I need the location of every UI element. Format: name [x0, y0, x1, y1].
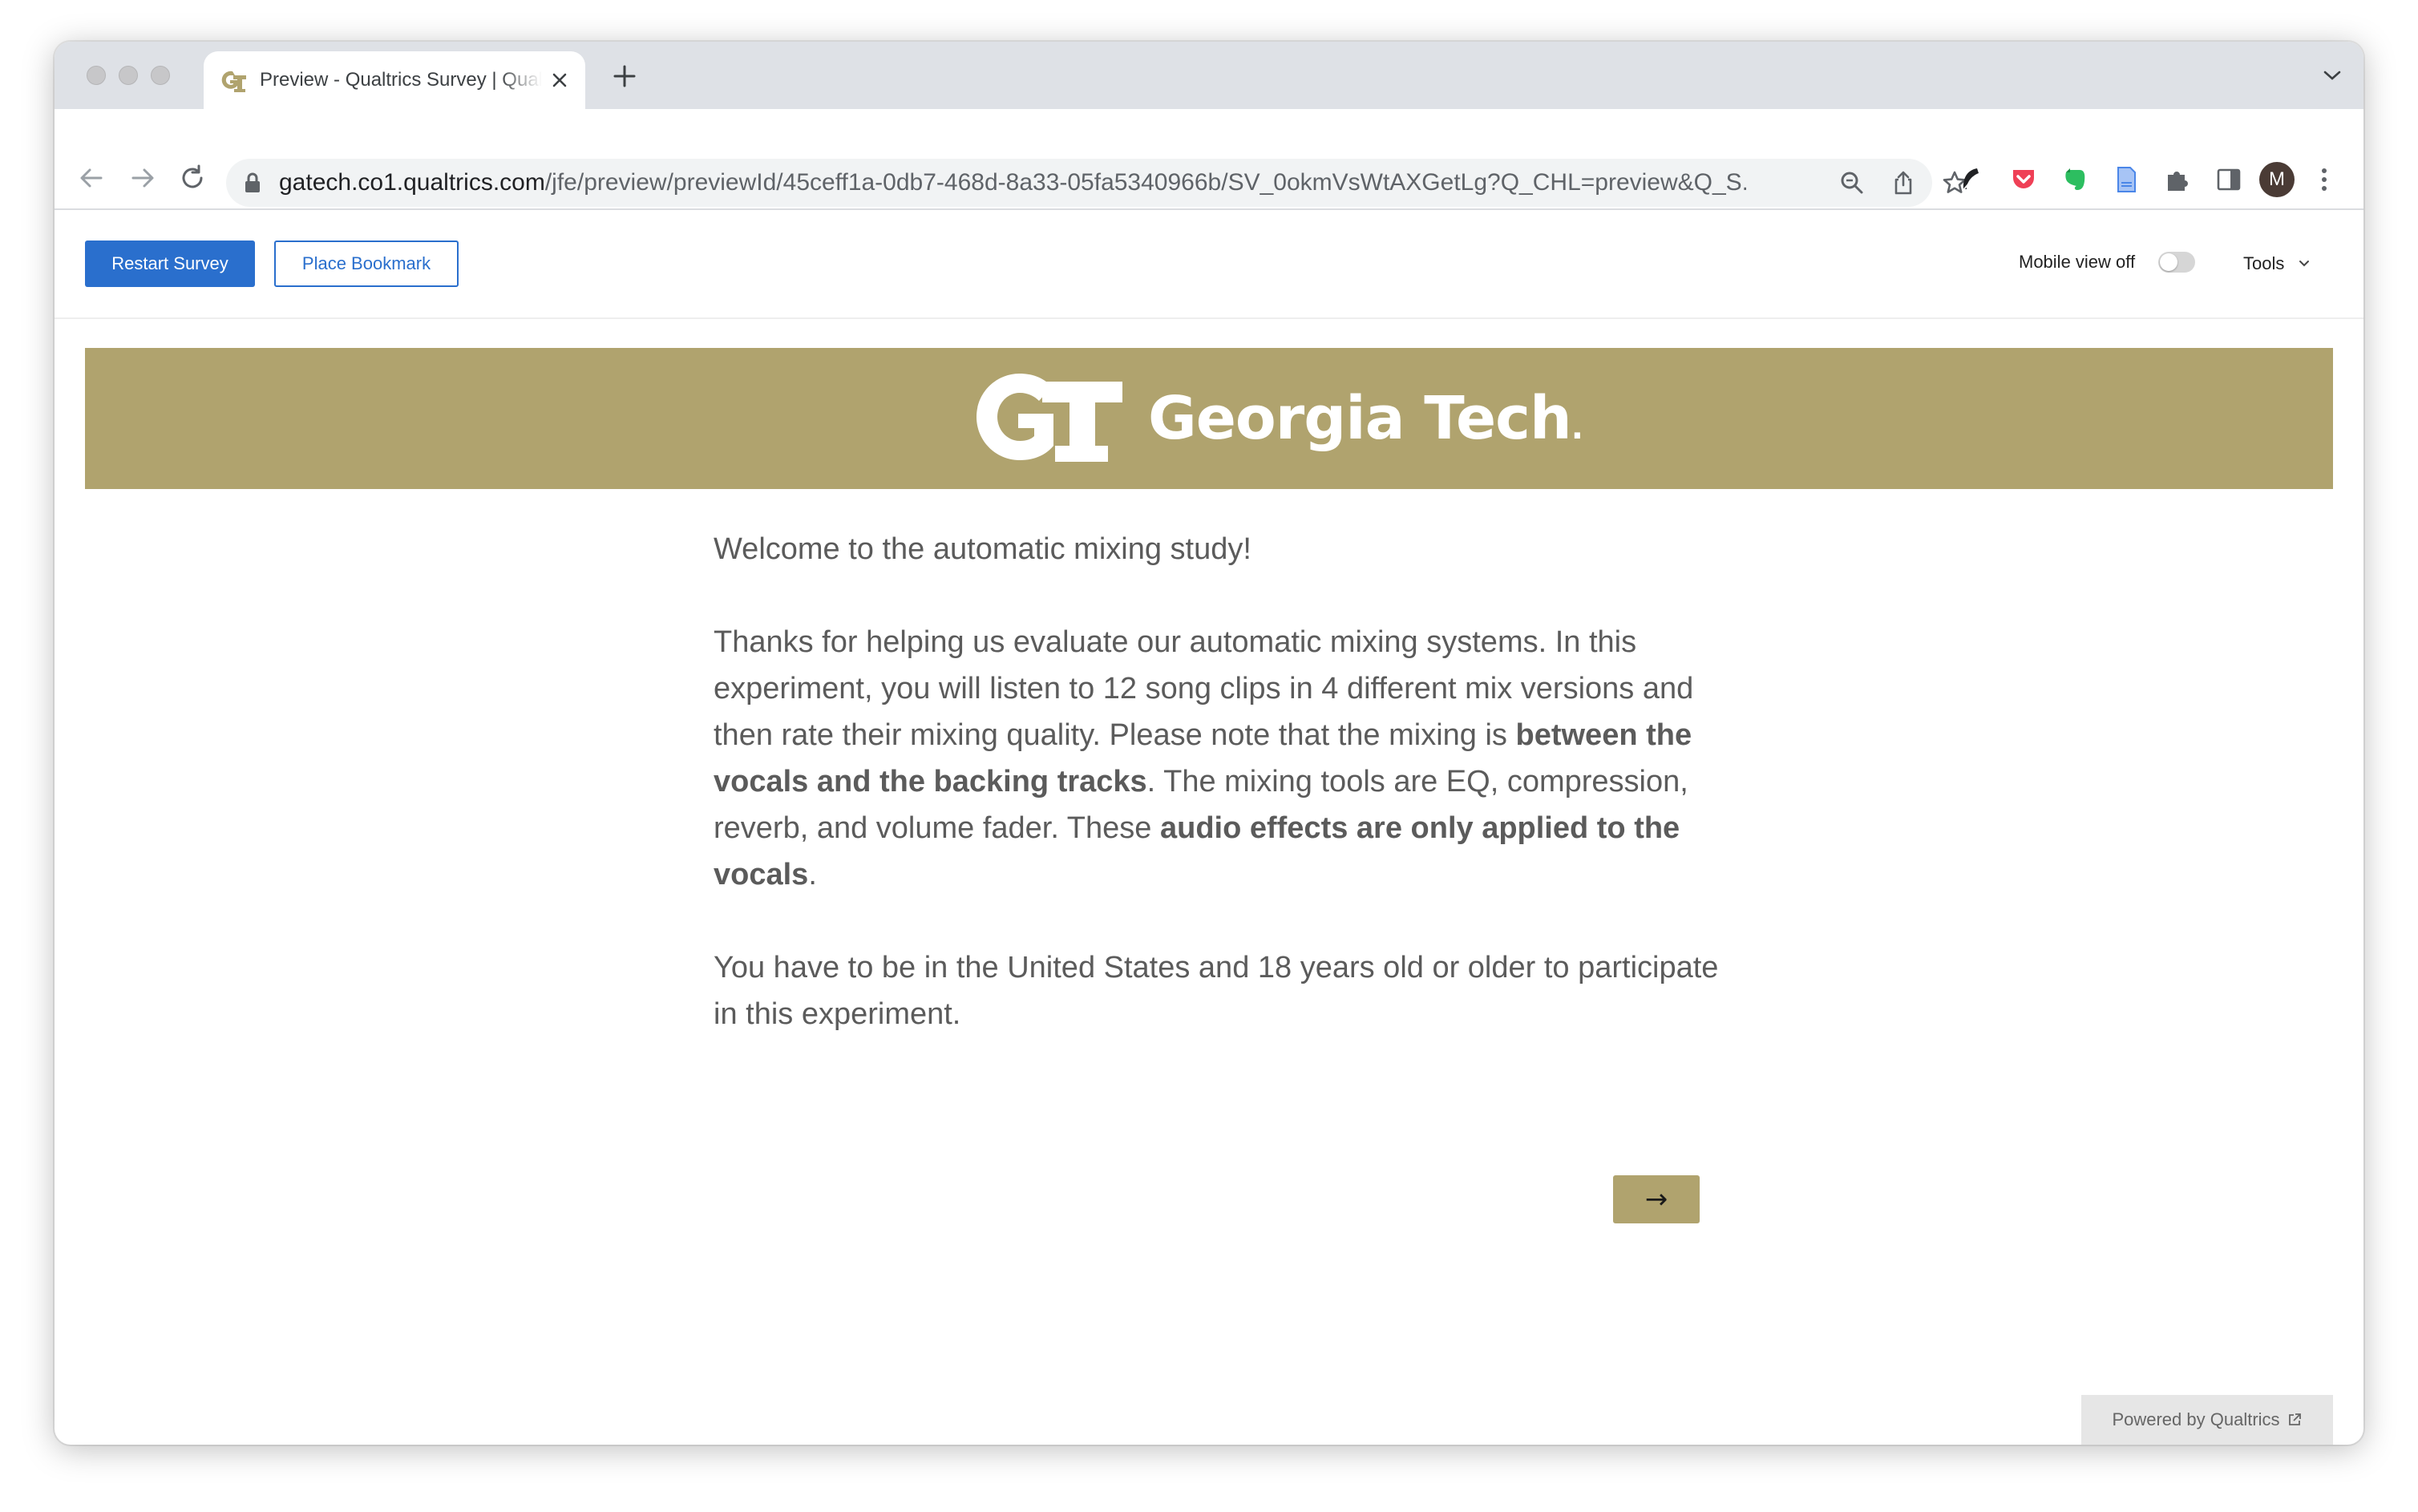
welcome-text: Welcome to the automatic mixing study!: [714, 532, 1251, 566]
evernote-icon[interactable]: [2060, 165, 2089, 194]
external-link-icon: [2288, 1413, 2301, 1425]
tools-menu[interactable]: Tools: [2243, 253, 2311, 274]
restart-survey-button[interactable]: Restart Survey: [85, 241, 255, 287]
georgia-tech-wordmark: Georgia Tech.: [1148, 384, 1583, 453]
tools-label: Tools: [2243, 253, 2285, 273]
mobile-view-toggle[interactable]: [2158, 252, 2195, 273]
lock-icon[interactable]: [244, 172, 261, 193]
extension-feather-icon[interactable]: [1956, 165, 1985, 194]
survey-question-text: Welcome to the automatic mixing study! T…: [714, 526, 1724, 1084]
mobile-view-label: Mobile view off: [2019, 252, 2136, 272]
url-text[interactable]: gatech.co1.qualtrics.com/jfe/preview/pre…: [279, 169, 1746, 196]
tab-search-chevron-icon[interactable]: [2322, 67, 2343, 83]
close-window-button[interactable]: [87, 66, 106, 85]
browser-toolbar: gatech.co1.qualtrics.com/jfe/preview/pre…: [55, 109, 2363, 210]
docs-extension-icon[interactable]: [2112, 165, 2141, 194]
next-button[interactable]: →: [1613, 1175, 1700, 1223]
pocket-icon[interactable]: [2009, 165, 2038, 194]
browser-tab[interactable]: Preview - Qualtrics Survey | Qualtrics E…: [204, 51, 585, 109]
survey-header-banner: Georgia Tech.: [85, 348, 2333, 489]
georgia-tech-logo: Georgia Tech.: [975, 372, 1583, 465]
brand-text: Georgia Tech: [1148, 384, 1572, 453]
maximize-window-button[interactable]: [151, 66, 170, 85]
address-bar[interactable]: gatech.co1.qualtrics.com/jfe/preview/pre…: [226, 159, 1967, 207]
gt-logo-icon: [976, 374, 1122, 462]
tab-close-icon[interactable]: [548, 69, 571, 91]
powered-by-qualtrics-link[interactable]: Powered by Qualtrics: [2081, 1395, 2333, 1445]
toggle-knob: [2160, 253, 2177, 271]
tab-title: Preview - Qualtrics Survey | Qualtrics E…: [260, 69, 542, 91]
forward-arrow-icon[interactable]: [127, 162, 159, 194]
new-tab-icon[interactable]: [611, 63, 638, 90]
gt-favicon-icon: [220, 67, 247, 94]
place-bookmark-button[interactable]: Place Bookmark: [274, 241, 459, 287]
chevron-down-icon: [2299, 261, 2310, 267]
powered-by-label: Powered by Qualtrics: [2112, 1409, 2280, 1429]
intro-text-3: .: [808, 858, 817, 891]
tab-strip: Preview - Qualtrics Survey | Qualtrics E…: [55, 42, 2363, 109]
share-icon[interactable]: [1890, 170, 1916, 196]
eligibility-text: You have to be in the United States and …: [714, 951, 1719, 1031]
more-menu-icon[interactable]: [2320, 167, 2328, 192]
preview-bar: Restart Survey Place Bookmark Mobile vie…: [55, 210, 2363, 319]
zoom-icon[interactable]: [1839, 170, 1865, 196]
intro-paragraph: Thanks for helping us evaluate our autom…: [714, 619, 1724, 898]
side-panel-icon[interactable]: [2214, 165, 2243, 194]
browser-window: Preview - Qualtrics Survey | Qualtrics E…: [55, 42, 2363, 1445]
extensions-puzzle-icon[interactable]: [2163, 165, 2192, 194]
minimize-window-button[interactable]: [119, 66, 138, 85]
brand-dot: .: [1571, 410, 1583, 447]
profile-avatar[interactable]: M: [2259, 162, 2295, 197]
reload-icon[interactable]: [176, 162, 208, 194]
back-arrow-icon[interactable]: [75, 162, 107, 194]
